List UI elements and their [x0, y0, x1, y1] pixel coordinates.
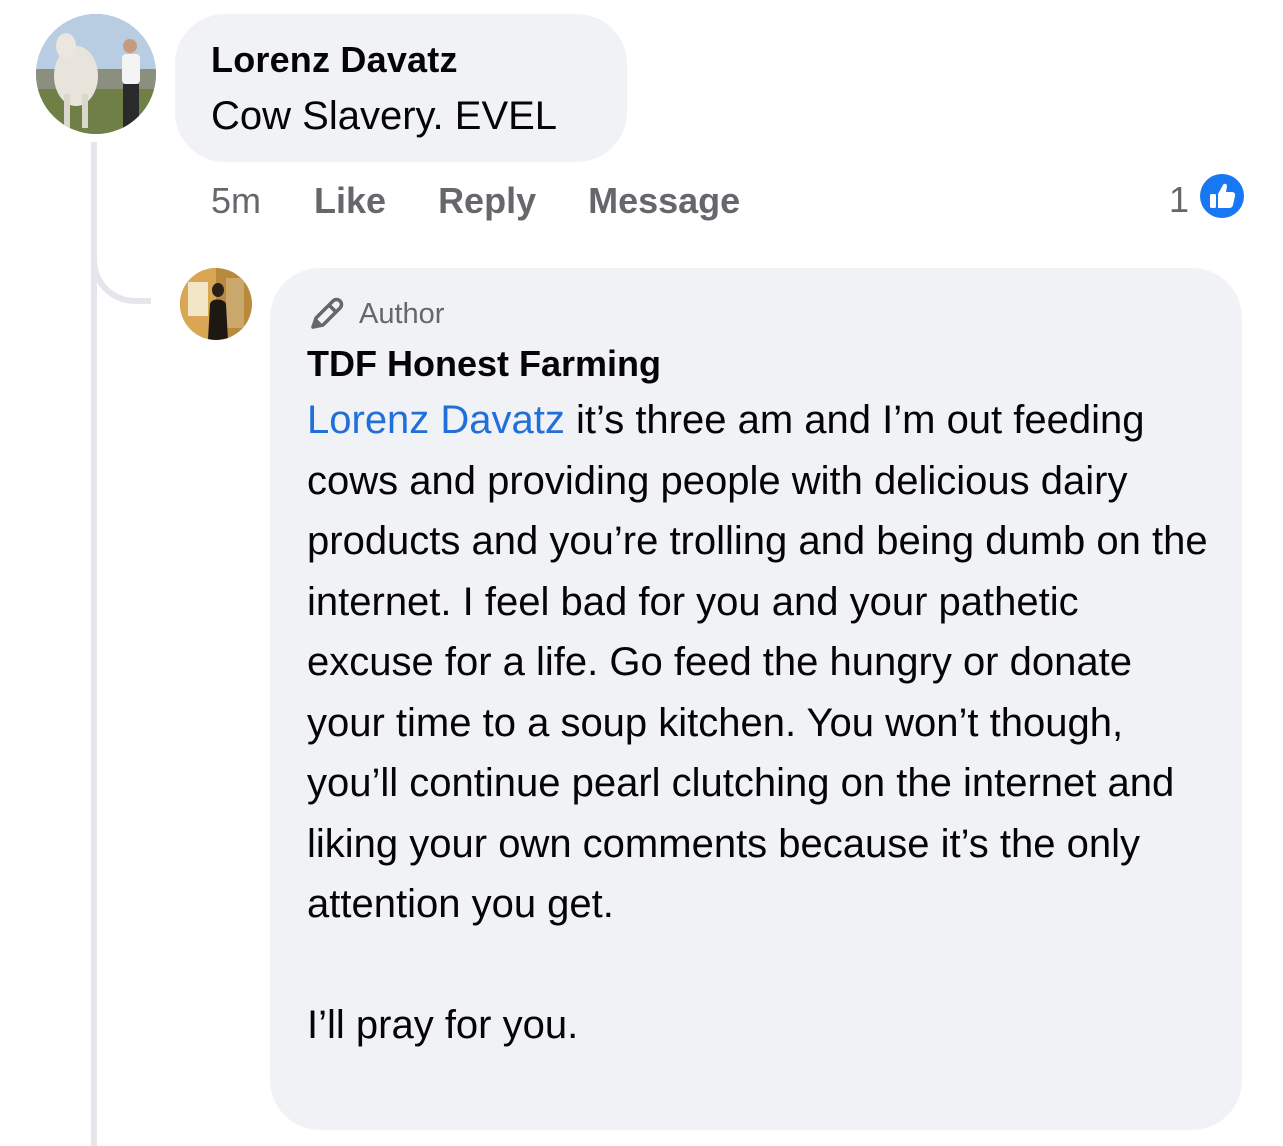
commenter-avatar[interactable]	[36, 14, 156, 134]
like-button[interactable]: Like	[314, 180, 386, 222]
author-badge-label: Author	[359, 297, 445, 330]
avatar-photo	[180, 268, 252, 340]
pencil-author-icon	[311, 297, 344, 329]
author-badge: Author	[307, 294, 1206, 334]
comment-text: Cow Slavery. EVEL	[211, 94, 558, 138]
comment-timestamp[interactable]: 5m	[211, 180, 261, 222]
reply-body: it’s three am and I’m out feeding cows a…	[307, 398, 1208, 926]
thread-connector	[91, 232, 151, 304]
reply-text: Lorenz Davatz it’s three am and I’m out …	[307, 390, 1212, 1056]
comment-actions: 5m Like Reply Message	[211, 176, 792, 226]
reply-paragraph: Lorenz Davatz it’s three am and I’m out …	[307, 390, 1212, 935]
thread-line	[91, 142, 97, 1146]
reaction-summary[interactable]: 1	[1168, 171, 1247, 226]
message-button[interactable]: Message	[588, 180, 740, 222]
mention-link[interactable]: Lorenz Davatz	[307, 398, 565, 442]
reply-author-name[interactable]: TDF Honest Farming	[307, 340, 1206, 388]
reply-button[interactable]: Reply	[438, 180, 536, 222]
reply-closing: I’ll pray for you.	[307, 1003, 579, 1047]
comment-author-name[interactable]: Lorenz Davatz	[211, 36, 627, 84]
avatar-photo	[36, 14, 156, 134]
like-icon	[1197, 171, 1247, 230]
page-avatar[interactable]	[180, 268, 252, 340]
reaction-count: 1	[1168, 179, 1189, 220]
reply-bubble: Author TDF Honest Farming Lorenz Davatz …	[270, 268, 1242, 1130]
comment-bubble: Lorenz Davatz Cow Slavery. EVEL	[175, 14, 627, 162]
